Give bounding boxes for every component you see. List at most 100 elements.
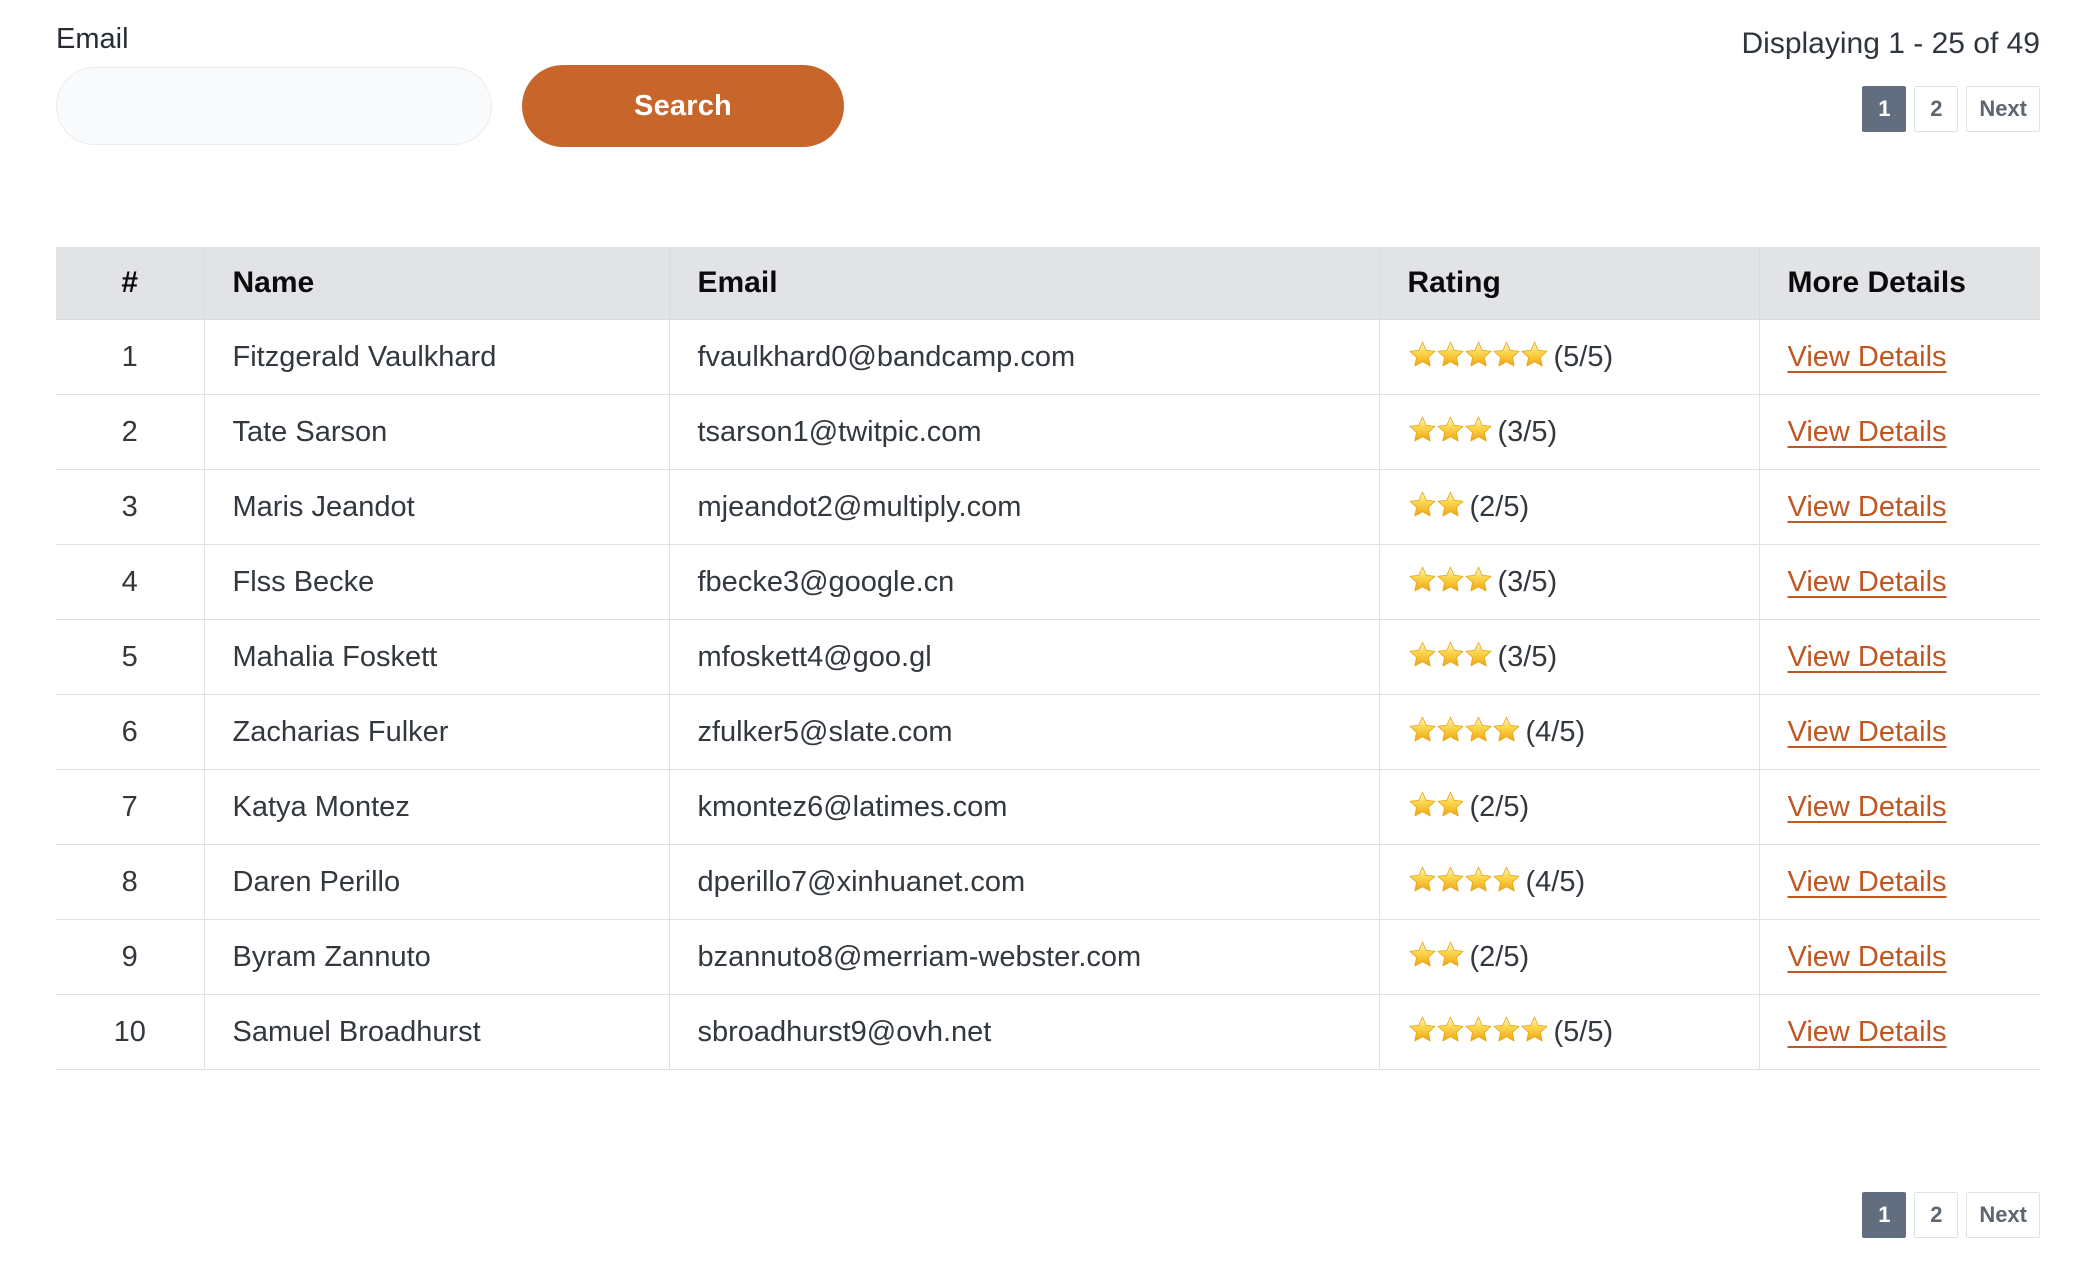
search-form: Email Search [56,22,844,147]
page-button-2-bottom[interactable]: 2 [1914,1192,1959,1238]
search-button[interactable]: Search [522,65,844,147]
view-details-link[interactable]: View Details [1788,1016,1947,1048]
cell-email: mjeandot2@multiply.com [668,469,1380,545]
view-details-link[interactable]: View Details [1788,641,1947,673]
table-row: 2 Tate Sarson tsarson1@twitpic.com (3/5) Vie… [56,394,2040,470]
page-button-next[interactable]: Next [1966,86,2040,132]
column-header-details: More Details [1758,247,2040,320]
table-row: 7 Katya Montez kmontez6@latimes.com (2/5) Vi… [56,769,2040,845]
page-button-1[interactable]: 1 [1862,86,1907,132]
rating-value-text: (5/5) [1553,1016,1614,1048]
star-rating [1408,941,1464,972]
cell-rating: (3/5) [1378,544,1760,620]
cell-more-details: View Details [1758,994,2040,1070]
cell-email: dperillo7@xinhuanet.com [668,844,1380,920]
rating-value-text: (2/5) [1469,791,1530,823]
cell-email: fbecke3@google.cn [668,544,1380,620]
cell-more-details: View Details [1758,769,2040,845]
star-icon [1521,1016,1547,1042]
star-icon [1409,791,1435,817]
cell-row-number: 9 [56,919,205,995]
column-header-num: # [56,247,205,320]
star-icon [1465,416,1491,442]
cell-email: sbroadhurst9@ovh.net [668,994,1380,1070]
view-details-link[interactable]: View Details [1788,866,1947,898]
view-details-link[interactable]: View Details [1788,566,1947,598]
star-rating [1408,416,1492,447]
star-rating [1408,491,1464,522]
cell-rating: (4/5) [1378,844,1760,920]
rating-value-text: (3/5) [1497,641,1558,673]
pagination-bottom-container: 1 2 Next [1862,1192,2040,1238]
cell-more-details: View Details [1758,619,2040,695]
cell-row-number: 2 [56,394,205,470]
view-details-link[interactable]: View Details [1788,941,1947,973]
cell-rating: (5/5) [1378,319,1760,395]
star-icon [1437,941,1463,967]
view-details-link[interactable]: View Details [1788,491,1947,523]
star-rating [1408,1016,1548,1047]
star-icon [1409,416,1435,442]
cell-name: Maris Jeandot [203,469,670,545]
cell-more-details: View Details [1758,844,2040,920]
star-icon [1437,716,1463,742]
table-row: 8 Daren Perillo dperillo7@xinhuanet.com (4/… [56,844,2040,920]
rating-value-text: (3/5) [1497,416,1558,448]
search-row: Search [56,65,844,147]
star-icon [1465,341,1491,367]
star-icon [1465,641,1491,667]
cell-name: Fitzgerald Vaulkhard [203,319,670,395]
table-body: 1 Fitzgerald Vaulkhard fvaulkhard0@bandcam… [56,319,2040,1070]
star-icon [1493,716,1519,742]
column-header-name: Name [203,247,670,320]
cell-name: Daren Perillo [203,844,670,920]
view-details-link[interactable]: View Details [1788,791,1947,823]
cell-row-number: 6 [56,694,205,770]
table-header-row: # Name Email Rating More Details [56,247,2040,320]
rating-value-text: (4/5) [1525,716,1586,748]
cell-more-details: View Details [1758,319,2040,395]
cell-row-number: 8 [56,844,205,920]
cell-more-details: View Details [1758,394,2040,470]
star-rating [1408,716,1520,747]
star-rating [1408,641,1492,672]
results-table: # Name Email Rating More Details 1 Fitzge… [56,247,2040,1070]
toolbar: Email Search Displaying 1 - 25 of 49 1 2… [0,0,2080,180]
table-head: # Name Email Rating More Details [56,247,2040,320]
page-button-1-bottom[interactable]: 1 [1862,1192,1907,1238]
star-icon [1465,1016,1491,1042]
cell-name: Flss Becke [203,544,670,620]
pagination-top: 1 2 Next [1741,86,2040,132]
star-icon [1409,491,1435,517]
star-icon [1409,341,1435,367]
star-icon [1465,716,1491,742]
cell-name: Katya Montez [203,769,670,845]
rating-value-text: (5/5) [1553,341,1614,373]
cell-email: tsarson1@twitpic.com [668,394,1380,470]
cell-rating: (2/5) [1378,769,1760,845]
star-icon [1437,416,1463,442]
star-icon [1493,866,1519,892]
page-button-2[interactable]: 2 [1914,86,1959,132]
view-details-link[interactable]: View Details [1788,341,1947,373]
cell-rating: (4/5) [1378,694,1760,770]
star-icon [1437,1016,1463,1042]
table-row: 9 Byram Zannuto bzannuto8@merriam-webster.… [56,919,2040,995]
cell-row-number: 3 [56,469,205,545]
cell-name: Samuel Broadhurst [203,994,670,1070]
view-details-link[interactable]: View Details [1788,716,1947,748]
page-button-next-bottom[interactable]: Next [1966,1192,2040,1238]
cell-more-details: View Details [1758,694,2040,770]
cell-row-number: 7 [56,769,205,845]
star-rating [1408,791,1464,822]
star-rating [1408,866,1520,897]
star-rating [1408,341,1548,372]
search-input[interactable] [56,67,492,145]
displaying-count-text: Displaying 1 - 25 of 49 [1741,27,2040,60]
rating-value-text: (3/5) [1497,566,1558,598]
page-root: Email Search Displaying 1 - 25 of 49 1 2… [0,0,2080,1264]
star-icon [1493,1016,1519,1042]
view-details-link[interactable]: View Details [1788,416,1947,448]
cell-email: kmontez6@latimes.com [668,769,1380,845]
pagination-bottom: 1 2 Next [1862,1192,2040,1238]
